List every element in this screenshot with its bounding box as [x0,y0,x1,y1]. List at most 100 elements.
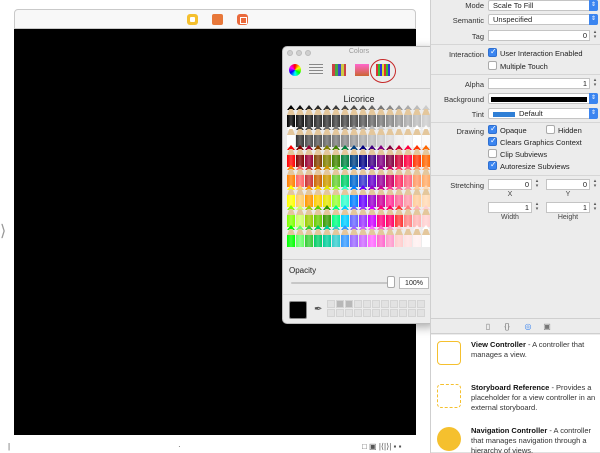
pencil-swatch[interactable] [422,165,430,187]
pencil-swatch[interactable] [377,205,385,227]
pencil-swatch[interactable] [368,205,376,227]
hidden-checkbox[interactable] [546,125,555,134]
opacity-slider-knob[interactable] [387,276,395,288]
pencil-swatch[interactable] [422,205,430,227]
pencil-swatch[interactable] [395,125,403,147]
stretch-y-stepper[interactable]: ▴ ▾ [592,179,598,190]
custom-swatch[interactable] [399,309,407,317]
stretch-width-stepper[interactable]: ▴ ▾ [534,202,540,213]
media-library-tab-icon[interactable]: ▣ [542,322,552,332]
pencil-swatch[interactable] [404,205,412,227]
pencil-swatch[interactable] [413,205,421,227]
custom-swatch[interactable] [399,300,407,308]
stretch-y-field[interactable]: 0 [546,179,590,190]
autoresize-subviews-checkbox[interactable] [488,160,497,170]
pencil-swatch[interactable] [332,205,340,227]
pencil-swatch[interactable] [422,185,430,207]
pencil-swatch[interactable] [350,125,358,147]
semantic-popup[interactable]: Unspecified ⇕ [488,14,598,25]
pencil-swatch[interactable] [296,185,304,207]
pencil-swatch[interactable] [323,165,331,187]
pencil-swatch[interactable] [395,225,403,247]
pencil-swatch[interactable] [386,165,394,187]
pencil-swatch[interactable] [359,185,367,207]
eyedropper-icon[interactable]: ✒ [314,305,322,315]
pencil-swatch[interactable] [368,225,376,247]
pencil-swatch[interactable] [341,185,349,207]
custom-swatch[interactable] [381,309,389,317]
pencil-swatch[interactable] [287,225,295,247]
pencil-swatch[interactable] [350,185,358,207]
tint-popup[interactable]: Default ⇕ [488,108,598,119]
layout-controls[interactable]: □ ▣ |⟨|⟩| ▪ ▪ [362,442,401,451]
pencil-swatch[interactable] [341,165,349,187]
custom-swatch[interactable] [381,300,389,308]
custom-swatch[interactable] [345,300,353,308]
pencil-swatch[interactable] [323,185,331,207]
pencil-swatch[interactable] [386,105,394,127]
mode-popup[interactable]: Scale To Fill ⇕ [488,0,598,11]
pencil-swatch[interactable] [314,105,322,127]
pencil-swatch[interactable] [305,165,313,187]
image-palettes-icon[interactable] [355,64,369,76]
pencil-swatch[interactable] [332,225,340,247]
pencil-swatch[interactable] [323,145,331,167]
custom-swatch[interactable] [354,309,362,317]
code-snippet-tab-icon[interactable]: {} [502,322,512,332]
pencil-swatch[interactable] [404,165,412,187]
view-controller-icon[interactable] [187,14,198,25]
custom-swatch[interactable] [336,300,344,308]
pencil-swatch[interactable] [395,165,403,187]
pencil-swatch[interactable] [359,205,367,227]
custom-swatch[interactable] [363,309,371,317]
library-item-navigation-controller[interactable]: Navigation Controller - A controller tha… [431,421,600,453]
pencil-swatch[interactable] [332,105,340,127]
pencil-swatch[interactable] [296,125,304,147]
pencil-swatch[interactable] [422,125,430,147]
entry-point-arrow-icon[interactable]: ⟩ [0,224,6,240]
pencil-swatch[interactable] [287,105,295,127]
pencil-swatch[interactable] [305,105,313,127]
pencil-swatch[interactable] [350,225,358,247]
clears-graphics-checkbox[interactable] [488,136,497,146]
object-library-tab-icon[interactable]: ◎ [523,322,533,332]
pencil-swatch[interactable] [377,105,385,127]
pencil-swatch[interactable] [287,145,295,167]
pencil-swatch[interactable] [314,205,322,227]
multiple-touch-checkbox[interactable] [488,61,497,70]
pencil-swatch[interactable] [404,225,412,247]
pencil-swatch[interactable] [359,225,367,247]
pencil-swatch[interactable] [368,125,376,147]
pencil-swatch[interactable] [332,145,340,167]
custom-swatch[interactable] [327,300,335,308]
pencil-swatch[interactable] [368,145,376,167]
pencil-swatch[interactable] [404,145,412,167]
pencil-swatch[interactable] [314,145,322,167]
pencil-swatch[interactable] [323,205,331,227]
pencil-swatch[interactable] [287,185,295,207]
pencil-swatch[interactable] [341,105,349,127]
custom-swatch[interactable] [327,309,335,317]
pencil-swatch[interactable] [404,125,412,147]
custom-swatch[interactable] [390,309,398,317]
pencil-swatch[interactable] [359,105,367,127]
pencil-swatch[interactable] [314,185,322,207]
user-interaction-checkbox[interactable] [488,47,497,57]
color-wheel-icon[interactable] [289,64,301,76]
pencil-swatch[interactable] [350,205,358,227]
pencil-swatch[interactable] [314,165,322,187]
pencil-swatch[interactable] [377,125,385,147]
tag-stepper[interactable]: ▴ ▾ [592,30,598,41]
pencil-swatch[interactable] [287,125,295,147]
custom-swatch[interactable] [408,300,416,308]
pencil-swatch[interactable] [386,145,394,167]
alpha-field[interactable]: 1 [488,78,590,89]
pencil-swatch[interactable] [422,145,430,167]
color-sliders-icon[interactable] [309,64,323,76]
pencil-swatch[interactable] [377,185,385,207]
pencil-swatch[interactable] [395,205,403,227]
pencil-swatch[interactable] [422,105,430,127]
pencil-swatch[interactable] [413,225,421,247]
pencil-swatch[interactable] [413,105,421,127]
pencil-swatch[interactable] [359,165,367,187]
